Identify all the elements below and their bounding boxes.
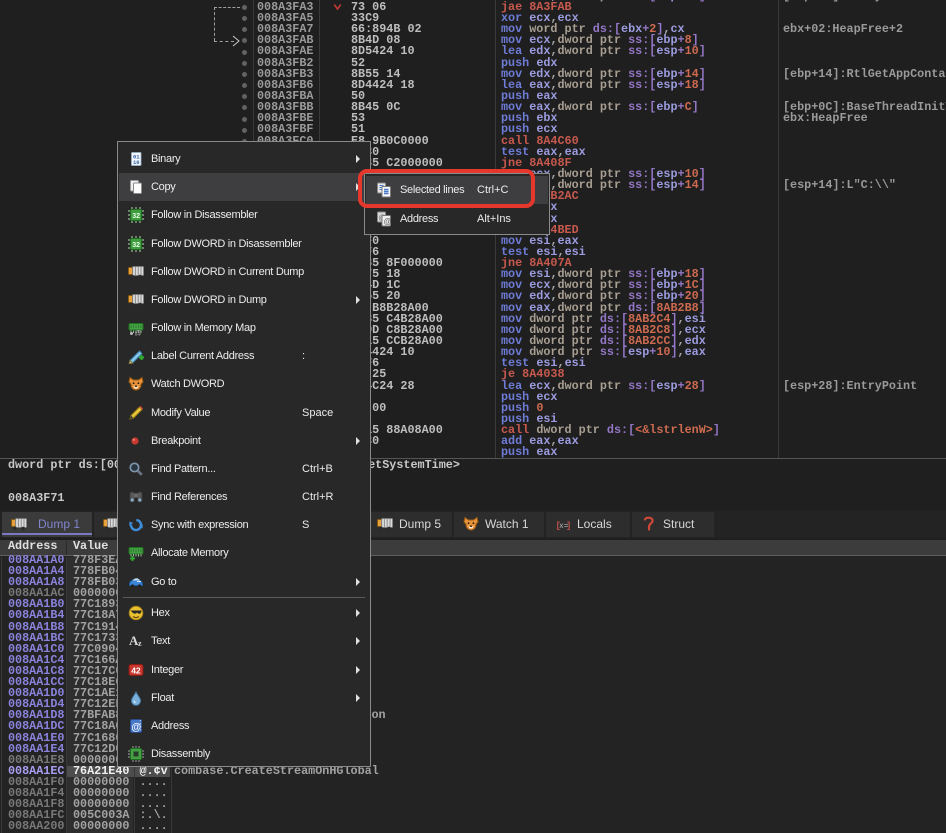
svg-text:]: ] <box>566 521 571 531</box>
svg-text:32: 32 <box>132 242 140 249</box>
svg-text:42: 42 <box>131 665 141 675</box>
svg-text:@: @ <box>131 722 141 733</box>
svg-text:32: 32 <box>132 214 140 221</box>
svg-text:@: @ <box>135 331 142 337</box>
svg-text:@: @ <box>384 217 392 226</box>
svg-text:z: z <box>138 639 142 648</box>
svg-text:10: 10 <box>133 159 140 166</box>
